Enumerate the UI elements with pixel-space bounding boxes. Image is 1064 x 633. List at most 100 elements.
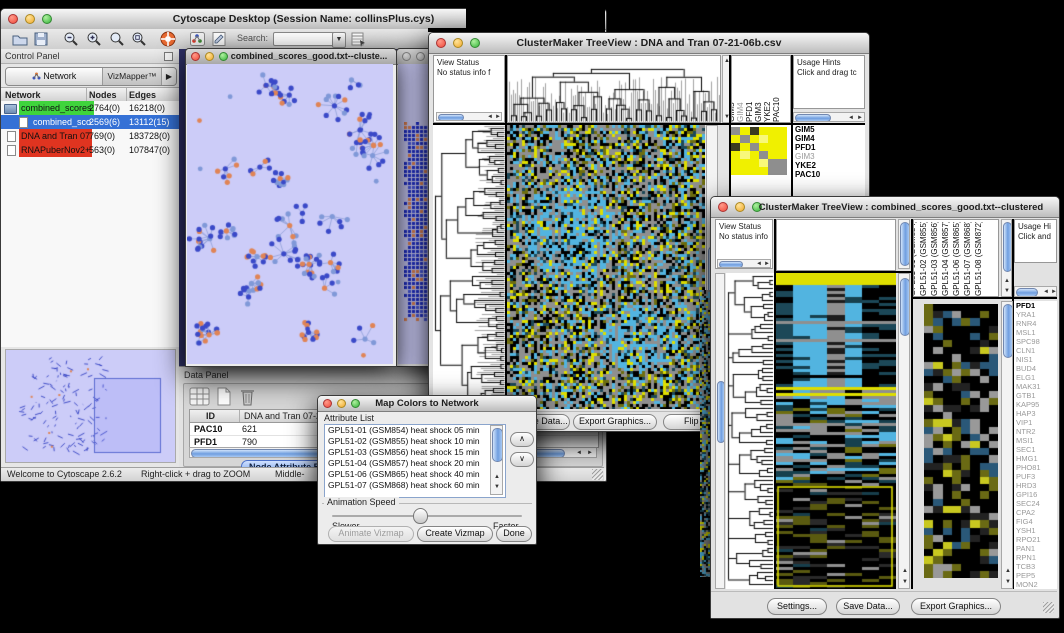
gene-label: YSH1: [1014, 526, 1057, 535]
gene-label: BUD4: [1014, 364, 1057, 373]
gene-label: RPO21: [1014, 535, 1057, 544]
resize-grip[interactable]: [592, 469, 603, 480]
network-canvas[interactable]: [187, 64, 393, 364]
attribute-item[interactable]: GPL51-01 (GSM854) heat shock 05 min: [325, 425, 505, 436]
network-row[interactable]: combined_scores2764(0)16218(0): [1, 101, 179, 115]
dialog-title: Map Colors to Network: [318, 398, 536, 409]
delete-attribute-icon[interactable]: [237, 387, 258, 406]
attribute-browser-icon[interactable]: [350, 31, 367, 47]
network-window-title: combined_scores_good.txt--cluste...: [226, 51, 392, 61]
tv2-rowtree-scrollbar[interactable]: [715, 273, 725, 589]
gene-label: MSI1: [1014, 436, 1057, 445]
col-edges[interactable]: Edges: [129, 90, 156, 100]
summary-cell: [768, 143, 777, 151]
status-center: Right-click + drag to ZOOM: [141, 469, 250, 479]
minimize-icon[interactable]: [205, 52, 214, 61]
new-attribute-icon[interactable]: [213, 387, 234, 406]
help-icon[interactable]: [159, 30, 177, 48]
tv2-labels-scrollbar[interactable]: ▲▼: [1001, 219, 1012, 297]
move-up-button[interactable]: ∧: [510, 432, 534, 447]
tv1-summary-heatmap[interactable]: [731, 127, 787, 175]
column-label: GIM4: [736, 58, 745, 122]
animate-vizmap-button[interactable]: Animate Vizmap: [328, 526, 414, 542]
dp-col-id[interactable]: ID: [206, 411, 215, 421]
minimize-icon[interactable]: [735, 202, 745, 212]
slider-thumb[interactable]: [413, 508, 428, 524]
export-graphics-button[interactable]: Export Graphics...: [911, 598, 1001, 615]
col-nodes[interactable]: Nodes: [89, 90, 117, 100]
tv1-hints-scrollbar[interactable]: ◄►: [793, 112, 865, 122]
attribute-list[interactable]: GPL51-01 (GSM854) heat shock 05 minGPL51…: [324, 424, 506, 498]
zoom-fit-icon[interactable]: [131, 31, 148, 47]
map-colors-dialog: Map Colors to Network Attribute List GPL…: [317, 395, 537, 545]
search-dropdown-icon[interactable]: ▼: [332, 32, 346, 48]
tv2-status-scrollbar[interactable]: ◄►: [717, 259, 771, 268]
tv2-global-heatmap[interactable]: [776, 273, 896, 589]
close-icon[interactable]: [402, 52, 411, 61]
table-icon[interactable]: [189, 387, 210, 406]
open-file-icon[interactable]: [11, 31, 29, 47]
gene-label: HRD3: [1014, 481, 1057, 490]
summary-cell: [778, 151, 787, 159]
tab-vizmapper[interactable]: VizMapper™: [103, 68, 162, 85]
col-network[interactable]: Network: [5, 90, 41, 100]
tv2-row-dendrogram[interactable]: [726, 273, 774, 589]
network-row[interactable]: combined_sco2569(6)13112(15): [1, 115, 179, 129]
summary-cell: [759, 159, 768, 167]
attribute-item[interactable]: GPL51-04 (GSM857) heat shock 20 min: [325, 458, 505, 469]
settings-button[interactable]: Settings...: [767, 598, 827, 615]
tv1-column-dendrogram[interactable]: [507, 55, 721, 123]
gene-label: GPI16: [1014, 490, 1057, 499]
tv2-column-dendrogram[interactable]: [776, 219, 896, 271]
tv2-zoom-heatmap[interactable]: [924, 304, 998, 578]
column-label: PAC10: [772, 58, 781, 122]
tv1-row-dendrogram[interactable]: [433, 125, 505, 409]
network-row[interactable]: RNAPuberNov2+563(0)107847(0): [1, 143, 179, 157]
attribute-list-scrollbar[interactable]: ▲▼: [490, 425, 503, 495]
search-input[interactable]: [273, 32, 335, 46]
float-panel-icon[interactable]: [164, 52, 173, 61]
tv1-heatmap[interactable]: [507, 125, 705, 409]
zoom-selected-icon[interactable]: [109, 31, 126, 47]
animation-speed-label: Animation Speed: [324, 497, 399, 507]
resize-grip[interactable]: [1043, 602, 1054, 613]
summary-cell: [759, 151, 768, 159]
network-overview[interactable]: [5, 349, 176, 463]
create-network-icon[interactable]: [189, 31, 206, 47]
create-vizmap-button[interactable]: Create Vizmap: [417, 526, 493, 542]
zoom-in-icon[interactable]: [86, 31, 103, 47]
done-button[interactable]: Done: [496, 526, 532, 542]
minimize-icon[interactable]: [416, 52, 425, 61]
attribute-item[interactable]: GPL51-07 (GSM868) heat shock 60 min: [325, 480, 505, 491]
tv2-hints-scrollbar[interactable]: ◄►: [1014, 286, 1057, 297]
close-icon[interactable]: [718, 202, 728, 212]
gene-label: PFD1: [1014, 301, 1057, 310]
attribute-item[interactable]: GPL51-02 (GSM855) heat shock 10 min: [325, 436, 505, 447]
summary-cell: [750, 167, 759, 175]
tv2-heatmap-vscrollbar[interactable]: ▲▼: [898, 273, 910, 589]
close-icon[interactable]: [191, 52, 200, 61]
attribute-item[interactable]: GPL51-06 (GSM865) heat shock 40 min: [325, 469, 505, 480]
treeview2-window: ClusterMaker TreeView : combined_scores_…: [710, 196, 1060, 619]
column-label: GPL51-02 (GSM855): [918, 222, 929, 296]
save-icon[interactable]: [33, 31, 49, 47]
move-down-button[interactable]: ∨: [510, 452, 534, 467]
tab-overflow-icon[interactable]: ▶: [162, 68, 176, 85]
attribute-item[interactable]: GPL51-03 (GSM856) heat shock 15 min: [325, 447, 505, 458]
network-tab-icon: [32, 72, 41, 80]
tv2-tree-vscrollbar[interactable]: [898, 219, 910, 269]
annotation-icon[interactable]: [211, 31, 228, 47]
tv1-status-scrollbar[interactable]: ◄►: [436, 112, 502, 121]
tab-network[interactable]: Network: [6, 68, 103, 85]
export-graphics-button[interactable]: Export Graphics...: [573, 414, 657, 430]
summary-cell: [768, 167, 777, 175]
tv2-gene-list[interactable]: PFD1YRA1RNR4MSL1SPC98CLN1NIS1BUD4ELG1MAK…: [1014, 301, 1057, 589]
data-panel-title: Data Panel: [184, 370, 229, 380]
gene-label: PEP5: [1014, 571, 1057, 580]
column-label: PFD1: [745, 58, 754, 122]
tv2-genes-scrollbar[interactable]: ▲▼: [1001, 301, 1013, 589]
zoom-out-icon[interactable]: [63, 31, 80, 47]
tv1-summary-grid: [731, 127, 787, 175]
network-row[interactable]: DNA and Tran 07769(0)183728(0): [1, 129, 179, 143]
save-data-button[interactable]: Save Data...: [836, 598, 900, 615]
